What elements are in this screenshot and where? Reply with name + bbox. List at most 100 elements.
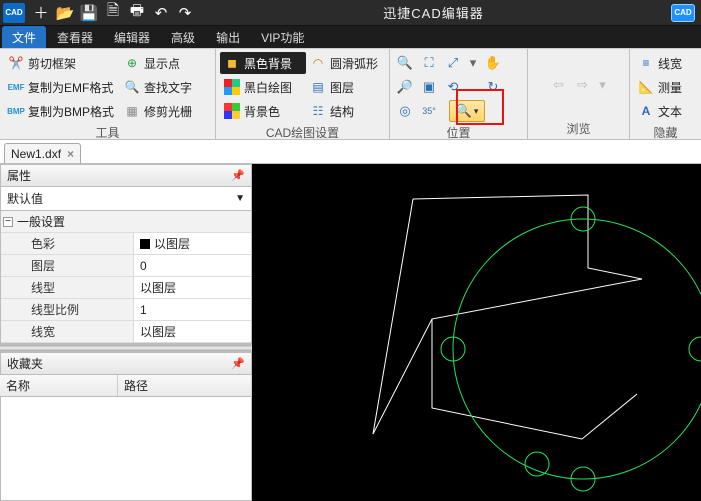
collapse-icon[interactable]: − bbox=[3, 217, 13, 227]
structure-button[interactable]: ☷ 结构 bbox=[306, 100, 382, 122]
property-row-color[interactable]: 色彩 以图层 bbox=[1, 233, 251, 255]
col-header-name[interactable]: 名称 bbox=[0, 375, 118, 396]
drawing-canvas[interactable] bbox=[252, 164, 701, 501]
nav-fwd-button[interactable]: ⇨ bbox=[572, 74, 594, 96]
property-row-linetype[interactable]: 线型 以图层 bbox=[1, 277, 251, 299]
point-icon: ⊕ bbox=[124, 55, 140, 71]
ribbon-label: 查找文字 bbox=[144, 79, 192, 96]
zoom-prev-button[interactable]: ⟲ bbox=[442, 76, 464, 98]
document-tab-strip: New1.dxf × bbox=[0, 140, 701, 164]
property-row-layer[interactable]: 图层 0 bbox=[1, 255, 251, 277]
zoom-extents-button[interactable]: ⤢ bbox=[442, 52, 464, 74]
ribbon-label: 线宽 bbox=[658, 55, 682, 72]
save-button[interactable]: 💾 bbox=[78, 2, 100, 24]
save-as-button[interactable]: 🗎 bbox=[102, 2, 124, 24]
ribbon-label: 结构 bbox=[330, 103, 354, 120]
precise-zoom-button[interactable]: ◎ bbox=[394, 100, 416, 122]
find-icon: 🔍 bbox=[124, 79, 140, 95]
fit-button[interactable]: ▣ bbox=[418, 76, 440, 98]
bgcolor-icon bbox=[224, 103, 240, 119]
find-text-button[interactable]: 🔍 查找文字 bbox=[120, 76, 196, 98]
nav-drop-button[interactable]: ▾ bbox=[596, 74, 610, 96]
pin-icon[interactable]: 📌 bbox=[231, 357, 245, 370]
arc-icon: ◠ bbox=[310, 55, 326, 71]
text-icon: A bbox=[638, 103, 654, 119]
copy-emf-button[interactable]: EMF 复制为EMF格式 bbox=[4, 76, 120, 98]
pan-button[interactable]: ✋ bbox=[482, 52, 504, 74]
properties-panel-title[interactable]: 属性 📌 bbox=[0, 164, 252, 187]
bw-draw-button[interactable]: 黑白绘图 bbox=[220, 76, 306, 98]
ribbon-label: 文本 bbox=[658, 103, 682, 120]
zoom-drop-button[interactable]: ▾ bbox=[466, 52, 480, 74]
col-header-path[interactable]: 路径 bbox=[118, 375, 252, 396]
quick-access-toolbar: ＋ 📂 💾 🗎 🖶 ↶ ↷ bbox=[28, 2, 196, 24]
angle-button[interactable]: 35° bbox=[418, 100, 440, 122]
redo-button[interactable]: ↷ bbox=[174, 2, 196, 24]
layers-icon: ▤ bbox=[310, 79, 326, 95]
ribbon-group-draw-settings: ◼ 黑色背景 黑白绘图 背景色 ◠ bbox=[216, 49, 390, 139]
crop-frame-button[interactable]: ✂️ 剪切框架 bbox=[4, 52, 120, 74]
zoom-highlight-button[interactable]: 🔍▾ bbox=[449, 100, 485, 122]
document-tab[interactable]: New1.dxf × bbox=[4, 143, 81, 163]
trim-raster-button[interactable]: ▦ 修剪光栅 bbox=[120, 100, 196, 122]
cad-badge-icon[interactable]: CAD bbox=[671, 4, 695, 22]
tab-output[interactable]: 输出 bbox=[206, 26, 250, 48]
ribbon-label: 圆滑弧形 bbox=[330, 55, 378, 72]
ribbon-label: 复制为EMF格式 bbox=[28, 79, 113, 96]
measure-button[interactable]: 📐 测量 bbox=[634, 76, 686, 98]
measure-icon: 📐 bbox=[638, 79, 654, 95]
ribbon-group-tools: ✂️ 剪切框架 EMF 复制为EMF格式 BMP 复制为BMP格式 ⊕ 显示点 bbox=[0, 49, 216, 139]
copy-bmp-button[interactable]: BMP 复制为BMP格式 bbox=[4, 100, 120, 122]
splitter[interactable] bbox=[0, 344, 252, 352]
tab-editor[interactable]: 编辑器 bbox=[104, 26, 160, 48]
property-row-linetype-scale[interactable]: 线型比例 1 bbox=[1, 299, 251, 321]
structure-icon: ☷ bbox=[310, 103, 326, 119]
smooth-arc-button[interactable]: ◠ 圆滑弧形 bbox=[306, 52, 382, 74]
tab-advanced[interactable]: 高级 bbox=[161, 26, 205, 48]
property-row-lineweight[interactable]: 线宽 以图层 bbox=[1, 321, 251, 343]
ribbon-group-position: 🔍 ⛶ ⤢ ▾ ✋ 🔎 ▣ ⟲ ↻ ◎ 35° bbox=[390, 49, 528, 139]
print-button[interactable]: 🖶 bbox=[126, 2, 148, 24]
app-icon[interactable]: CAD bbox=[3, 3, 25, 23]
property-group-label: 一般设置 bbox=[17, 213, 65, 230]
text-button[interactable]: A 文本 bbox=[634, 100, 686, 122]
chevron-down-icon: ▼ bbox=[235, 193, 245, 204]
tab-viewer[interactable]: 查看器 bbox=[47, 26, 103, 48]
nav-back-button[interactable]: ⇦ bbox=[548, 74, 570, 96]
undo-button[interactable]: ↶ bbox=[150, 2, 172, 24]
zoom-window-button[interactable]: ⛶ bbox=[418, 52, 440, 74]
properties-default-dropdown[interactable]: 默认值 ▼ bbox=[0, 187, 252, 211]
ribbon-group-label: 位置 bbox=[394, 122, 523, 141]
rotate-button[interactable]: ↻ bbox=[482, 76, 504, 98]
pin-icon[interactable]: 📌 bbox=[231, 169, 245, 182]
show-point-button[interactable]: ⊕ 显示点 bbox=[120, 52, 196, 74]
bmp-icon: BMP bbox=[8, 103, 24, 119]
property-group-general[interactable]: − 一般设置 bbox=[1, 211, 251, 233]
panel-title-label: 属性 bbox=[7, 167, 31, 184]
close-icon[interactable]: × bbox=[67, 147, 74, 161]
drawing-svg bbox=[252, 164, 701, 501]
ribbon-label: 图层 bbox=[330, 79, 354, 96]
ribbon-label: 黑白绘图 bbox=[244, 79, 292, 96]
favorites-panel-title[interactable]: 收藏夹 📌 bbox=[0, 352, 252, 375]
ribbon-label: 显示点 bbox=[144, 55, 180, 72]
ribbon-label: 复制为BMP格式 bbox=[28, 103, 114, 120]
panel-title-label: 收藏夹 bbox=[7, 355, 43, 372]
ribbon-group-label: CAD绘图设置 bbox=[220, 122, 385, 141]
zoom-out-button[interactable]: 🔎 bbox=[394, 76, 416, 98]
layers-button[interactable]: ▤ 图层 bbox=[306, 76, 382, 98]
bg-color-button[interactable]: 背景色 bbox=[220, 100, 306, 122]
open-file-button[interactable]: 📂 bbox=[54, 2, 76, 24]
tab-file[interactable]: 文件 bbox=[2, 26, 46, 48]
ribbon-group-label: 浏览 bbox=[532, 118, 625, 137]
lineweight-button[interactable]: ≡ 线宽 bbox=[634, 52, 686, 74]
trim-icon: ▦ bbox=[124, 103, 140, 119]
favorites-column-headers: 名称 路径 bbox=[0, 375, 252, 397]
tab-vip[interactable]: VIP功能 bbox=[251, 26, 314, 48]
ribbon: ✂️ 剪切框架 EMF 复制为EMF格式 BMP 复制为BMP格式 ⊕ 显示点 bbox=[0, 48, 701, 140]
zoom-in-button[interactable]: 🔍 bbox=[394, 52, 416, 74]
black-bg-button[interactable]: ◼ 黑色背景 bbox=[220, 52, 306, 74]
content-area: 属性 📌 默认值 ▼ − 一般设置 色彩 以图层 图层 0 线型 以图层 bbox=[0, 164, 701, 501]
new-file-button[interactable]: ＋ bbox=[30, 2, 52, 24]
ribbon-group-label: 工具 bbox=[4, 122, 211, 141]
